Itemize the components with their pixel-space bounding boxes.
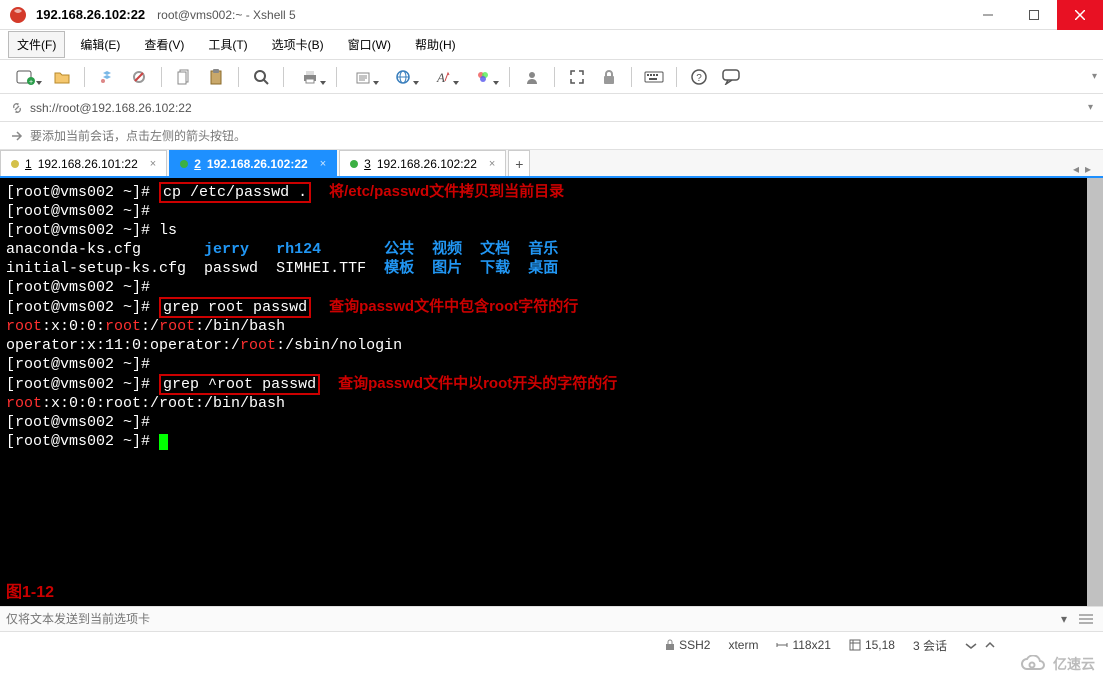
menu-tabs[interactable]: 选项卡(B) <box>263 31 333 58</box>
arrow-add-icon[interactable] <box>10 129 24 143</box>
hint-bar: 要添加当前会话，点击左侧的箭头按钮。 <box>0 122 1103 150</box>
keyboard-icon[interactable] <box>640 65 668 89</box>
print-icon[interactable] <box>292 65 328 89</box>
tab-add-button[interactable]: + <box>508 150 530 176</box>
properties-icon[interactable] <box>345 65 381 89</box>
tab-3[interactable]: 3 192.168.26.102:22 × <box>339 150 506 176</box>
annotation-2: 查询passwd文件中包含root字符的行 <box>329 298 578 315</box>
tab-label: 192.168.26.101:22 <box>38 157 138 171</box>
globe-icon[interactable] <box>385 65 421 89</box>
lock-icon[interactable] <box>595 65 623 89</box>
cloud-icon <box>1019 655 1049 673</box>
menu-help[interactable]: 帮助(H) <box>406 31 465 58</box>
toolbar-overflow-icon[interactable]: ▾ <box>1092 71 1097 82</box>
new-session-icon[interactable]: + <box>8 65 44 89</box>
tab-index: 1 <box>25 157 32 171</box>
title-bar: 192.168.26.102:22 root@vms002:~ - Xshell… <box>0 0 1103 30</box>
expand-up-icon[interactable] <box>985 640 995 650</box>
paste-icon[interactable] <box>202 65 230 89</box>
menu-file[interactable]: 文件(F) <box>8 31 65 58</box>
status-dot-icon <box>180 160 188 168</box>
tab-next-icon[interactable]: ▸ <box>1085 162 1091 176</box>
menu-bar: 文件(F) 编辑(E) 查看(V) 工具(T) 选项卡(B) 窗口(W) 帮助(… <box>0 30 1103 60</box>
annotation-3: 查询passwd文件中以root开头的字符的行 <box>338 375 617 392</box>
address-dropdown-icon[interactable]: ▾ <box>1088 102 1093 113</box>
watermark: 亿速云 <box>1019 654 1095 674</box>
app-icon <box>8 5 28 25</box>
tab-close-icon[interactable]: × <box>150 158 156 170</box>
resize-chevron-icon[interactable] <box>965 641 977 649</box>
send-text-bar: ▾ <box>0 606 1103 632</box>
window-host: 192.168.26.102:22 <box>36 7 145 22</box>
tab-nav: ◂ ▸ <box>1061 162 1103 176</box>
menu-view[interactable]: 查看(V) <box>135 31 193 58</box>
pos-icon <box>849 639 861 651</box>
lock-small-icon <box>665 639 675 651</box>
close-button[interactable] <box>1057 0 1103 30</box>
fullscreen-icon[interactable] <box>563 65 591 89</box>
status-sessions: 3 会话 <box>913 637 947 654</box>
menu-edit[interactable]: 编辑(E) <box>71 31 129 58</box>
status-pos: 15,18 <box>865 638 895 652</box>
status-dot-icon <box>350 160 358 168</box>
svg-text:?: ? <box>696 73 702 84</box>
minimize-button[interactable] <box>965 0 1011 30</box>
scrollbar[interactable] <box>1087 178 1103 606</box>
user-icon[interactable] <box>518 65 546 89</box>
maximize-button[interactable] <box>1011 0 1057 30</box>
status-dot-icon <box>11 160 19 168</box>
link-icon <box>10 101 24 115</box>
figure-label: 图1-12 <box>6 583 54 602</box>
cmd-grep-root: grep root passwd <box>159 297 311 318</box>
address-bar: ssh://root@192.168.26.102:22 ▾ <box>0 94 1103 122</box>
tab-label: 192.168.26.102:22 <box>207 157 308 171</box>
tab-label: 192.168.26.102:22 <box>377 157 477 171</box>
watermark-text: 亿速云 <box>1053 654 1095 674</box>
window-subtitle: root@vms002:~ - Xshell 5 <box>157 8 296 22</box>
status-term: xterm <box>728 638 758 652</box>
tab-1[interactable]: 1 192.168.26.101:22 × <box>0 150 167 176</box>
tab-close-icon[interactable]: × <box>320 158 326 170</box>
annotation-1: 将/etc/passwd文件拷贝到当前目录 <box>329 183 564 200</box>
font-icon[interactable]: A <box>425 65 461 89</box>
help-icon[interactable]: ? <box>685 65 713 89</box>
menu-window[interactable]: 窗口(W) <box>339 31 400 58</box>
status-bar: SSH2 xterm 118x21 15,18 3 会话 <box>0 632 1103 658</box>
hint-text: 要添加当前会话，点击左侧的箭头按钮。 <box>30 127 246 144</box>
cmd-grep-caret-root: grep ^root passwd <box>159 374 320 395</box>
send-menu-icon[interactable] <box>1075 609 1097 629</box>
disconnect-icon[interactable] <box>125 65 153 89</box>
tab-index: 2 <box>194 157 201 171</box>
color-icon[interactable] <box>465 65 501 89</box>
chat-icon[interactable] <box>717 65 745 89</box>
terminal[interactable]: [root@vms002 ~]# cp /etc/passwd .将/etc/p… <box>0 178 1103 606</box>
cmd-cp: cp /etc/passwd . <box>159 182 311 203</box>
send-text-input[interactable] <box>6 612 1053 626</box>
status-proto: SSH2 <box>679 638 710 652</box>
tab-bar: 1 192.168.26.101:22 × 2 192.168.26.102:2… <box>0 150 1103 178</box>
menu-tools[interactable]: 工具(T) <box>199 31 256 58</box>
search-icon[interactable] <box>247 65 275 89</box>
address-url[interactable]: ssh://root@192.168.26.102:22 <box>30 101 192 115</box>
tab-close-icon[interactable]: × <box>489 158 495 170</box>
send-dropdown-icon[interactable]: ▾ <box>1053 609 1075 629</box>
open-session-icon[interactable] <box>48 65 76 89</box>
reconnect-icon[interactable] <box>93 65 121 89</box>
tab-index: 3 <box>364 157 371 171</box>
cursor <box>159 434 168 450</box>
tab-prev-icon[interactable]: ◂ <box>1073 162 1079 176</box>
status-size: 118x21 <box>792 638 830 652</box>
size-icon <box>776 640 788 650</box>
svg-text:+: + <box>29 79 33 85</box>
copy-icon[interactable] <box>170 65 198 89</box>
tab-2[interactable]: 2 192.168.26.102:22 × <box>169 150 337 176</box>
toolbar: + A ? ▾ <box>0 60 1103 94</box>
svg-text:A: A <box>436 70 445 85</box>
